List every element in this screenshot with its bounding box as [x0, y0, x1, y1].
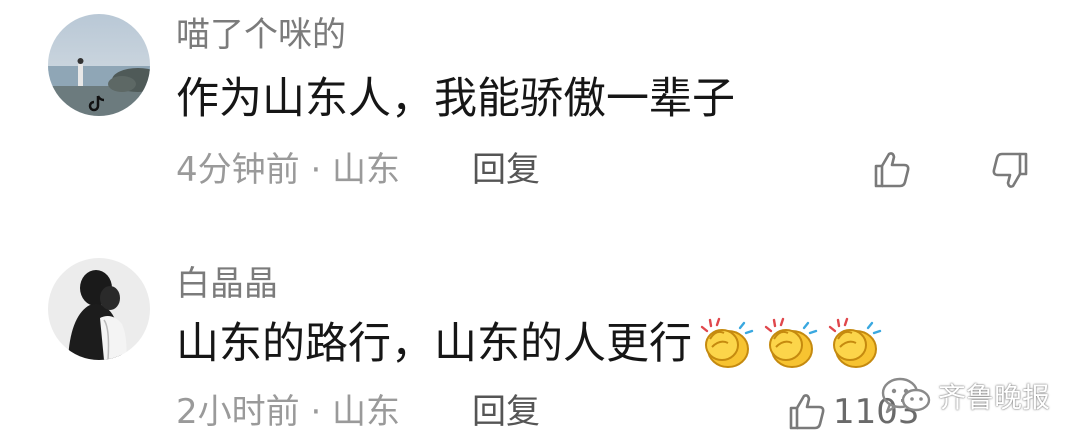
watermark: 齐鲁晚报 — [880, 376, 1050, 416]
clapping-hands-icon — [700, 317, 754, 368]
comment-meta: 4分钟前 · 山东 — [176, 150, 401, 190]
avatar[interactable] — [48, 14, 150, 116]
comment-text-body: 山东的路行，山东的人更行 — [176, 319, 692, 369]
comment-text-body: 作为山东人，我能骄傲一辈子 — [176, 74, 735, 124]
reply-button[interactable]: 回复 — [472, 150, 540, 190]
watermark-text: 齐鲁晚报 — [938, 381, 1051, 414]
wechat-icon — [881, 377, 931, 414]
like-button[interactable] — [870, 148, 914, 192]
avatar[interactable] — [48, 258, 150, 360]
comment-meta: 2小时前 · 山东 — [176, 392, 401, 432]
thumbs-up-icon — [789, 394, 825, 430]
reply-button[interactable]: 回复 — [472, 392, 540, 432]
clapping-hands-icon — [764, 317, 818, 368]
clapping-hands-icon — [828, 317, 882, 368]
comment-item: 喵了个咪的 作为山东人，我能骄傲一辈子 4分钟前 · 山东 回复 — [0, 0, 1080, 224]
comment-text: 山东的路行，山东的人更行 — [176, 317, 884, 371]
thumbs-down-icon — [992, 152, 1028, 188]
comment-text: 作为山东人，我能骄傲一辈子 — [176, 73, 735, 125]
avatar-silhouette-image — [48, 258, 150, 360]
dislike-button[interactable] — [988, 148, 1032, 196]
avatar-beach-image — [48, 14, 150, 116]
thumbs-up-icon — [874, 152, 910, 188]
comment-username[interactable]: 喵了个咪的 — [176, 15, 346, 55]
comment-username[interactable]: 白晶晶 — [176, 264, 278, 304]
